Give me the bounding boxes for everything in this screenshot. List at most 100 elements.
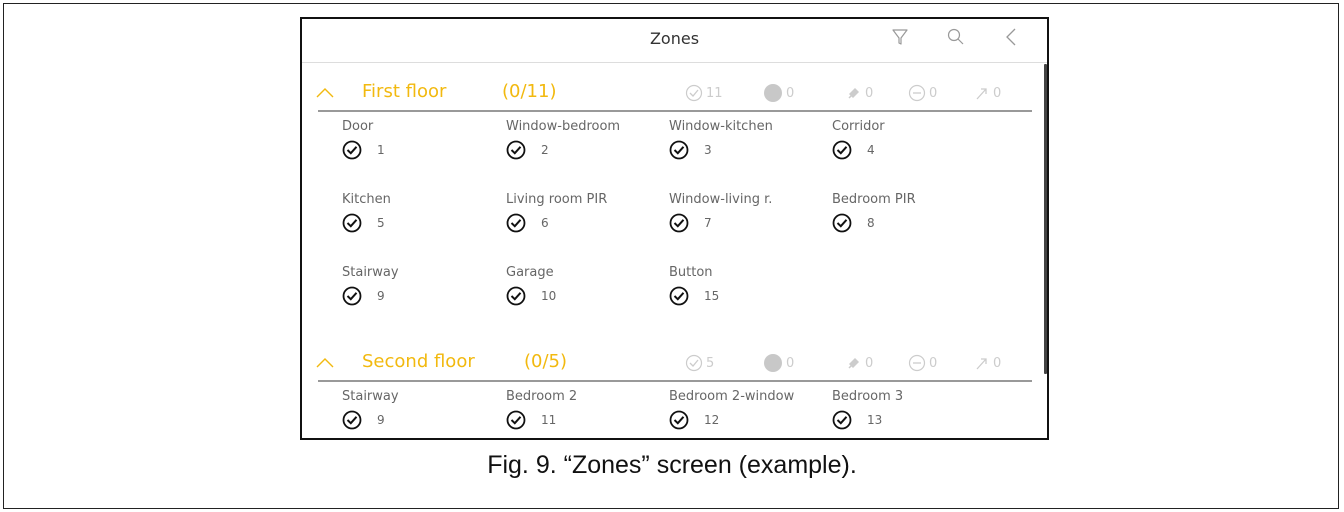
chevron-up-icon[interactable]: [316, 85, 334, 99]
check-circle-icon: [342, 213, 362, 233]
zones-bypassed-icon: [908, 84, 926, 102]
scrollbar[interactable]: [1044, 64, 1047, 374]
section-header[interactable]: First floor (0/11) 11 0 0 0 0: [316, 81, 1032, 107]
stat-value: 0: [929, 85, 938, 101]
section-stat-violated[interactable]: 0: [763, 83, 794, 103]
check-circle-icon: [832, 410, 852, 430]
stat-value: 0: [865, 85, 874, 101]
zones-ok-icon: [685, 84, 703, 102]
zone-number: 9: [377, 413, 385, 427]
stat-value: 0: [865, 355, 874, 371]
zone-item[interactable]: Bedroom 2 11: [506, 389, 656, 433]
zones-alarm-icon: [974, 85, 990, 101]
zone-number: 13: [867, 413, 883, 427]
stat-value: 0: [786, 355, 795, 371]
filter-icon[interactable]: [890, 27, 910, 47]
zone-item[interactable]: Window-bedroom 2: [506, 119, 656, 163]
section-stat-tamper[interactable]: 0: [846, 353, 873, 373]
section-header[interactable]: Second floor (0/5) 5 0 0 0 0: [316, 351, 1032, 377]
section-divider: [318, 110, 1032, 112]
stat-value: 0: [993, 355, 1002, 371]
zone-number: 4: [867, 143, 875, 157]
zone-item[interactable]: Button 15: [669, 265, 819, 309]
zone-number: 5: [377, 216, 385, 230]
zone-item[interactable]: Garage 10: [506, 265, 656, 309]
zone-number: 11: [541, 413, 557, 427]
check-circle-icon: [506, 286, 526, 306]
zone-name: Corridor: [832, 119, 885, 134]
stat-value: 0: [929, 355, 938, 371]
zone-number: 12: [704, 413, 720, 427]
title-bar: Zones: [302, 19, 1047, 57]
check-circle-icon: [342, 140, 362, 160]
zones-violated-icon: [763, 83, 783, 103]
section-divider: [318, 380, 1032, 382]
check-circle-icon: [669, 213, 689, 233]
zone-number: 3: [704, 143, 712, 157]
zone-number: 7: [704, 216, 712, 230]
stat-value: 0: [993, 85, 1002, 101]
zone-number: 1: [377, 143, 385, 157]
section-stat-alarm[interactable]: 0: [974, 83, 1001, 103]
check-circle-icon: [506, 410, 526, 430]
zone-item[interactable]: Living room PIR 6: [506, 192, 656, 236]
section-stat-tamper[interactable]: 0: [846, 83, 873, 103]
zone-name: Window-living r.: [669, 192, 773, 207]
stat-value: 0: [786, 85, 795, 101]
zone-name: Bedroom PIR: [832, 192, 916, 207]
zone-item[interactable]: Window-living r. 7: [669, 192, 819, 236]
check-circle-icon: [506, 213, 526, 233]
section-stat-bypassed[interactable]: 0: [908, 83, 937, 103]
zone-item[interactable]: Door 1: [342, 119, 492, 163]
figure-caption: Fig. 9. “Zones” screen (example).: [487, 451, 857, 479]
zone-name: Window-kitchen: [669, 119, 773, 134]
zones-screen: Zones First floor (0/11) 11 0 0 0 0 Door 1 Window…: [300, 17, 1049, 440]
check-circle-icon: [342, 286, 362, 306]
zones-alarm-icon: [974, 355, 990, 371]
back-icon[interactable]: [1002, 27, 1022, 47]
section-stat-ok[interactable]: 5: [685, 353, 714, 373]
zone-name: Door: [342, 119, 374, 134]
zone-number: 8: [867, 216, 875, 230]
zone-item[interactable]: Bedroom 3 13: [832, 389, 982, 433]
section-stat-violated[interactable]: 0: [763, 353, 794, 373]
zones-tamper-icon: [846, 355, 862, 371]
check-circle-icon: [669, 410, 689, 430]
zone-item[interactable]: Corridor 4: [832, 119, 982, 163]
section-title: Second floor: [362, 351, 475, 372]
zone-number: 15: [704, 289, 720, 303]
zone-item[interactable]: Bedroom PIR 8: [832, 192, 982, 236]
zones-tamper-icon: [846, 85, 862, 101]
search-icon[interactable]: [946, 27, 966, 47]
zone-number: 2: [541, 143, 549, 157]
check-circle-icon: [669, 140, 689, 160]
zone-name: Bedroom 3: [832, 389, 904, 404]
check-circle-icon: [506, 140, 526, 160]
check-circle-icon: [342, 410, 362, 430]
zone-item[interactable]: Bedroom 2-window 12: [669, 389, 819, 433]
zones-ok-icon: [685, 354, 703, 372]
section-stat-alarm[interactable]: 0: [974, 353, 1001, 373]
stat-value: 5: [706, 355, 715, 371]
zone-name: Bedroom 2-window: [669, 389, 795, 404]
section-title: First floor: [362, 81, 447, 102]
section-count: (0/5): [524, 351, 568, 372]
check-circle-icon: [669, 286, 689, 306]
check-circle-icon: [832, 213, 852, 233]
section-stat-bypassed[interactable]: 0: [908, 353, 937, 373]
zones-violated-icon: [763, 353, 783, 373]
zone-name: Living room PIR: [506, 192, 608, 207]
zone-number: 6: [541, 216, 549, 230]
zone-item[interactable]: Stairway 9: [342, 265, 492, 309]
screen-title: Zones: [649, 29, 700, 48]
zone-name: Stairway: [342, 265, 399, 280]
check-circle-icon: [832, 140, 852, 160]
zone-item[interactable]: Window-kitchen 3: [669, 119, 819, 163]
zone-name: Button: [669, 265, 713, 280]
title-divider: [302, 62, 1047, 63]
zone-name: Kitchen: [342, 192, 391, 207]
chevron-up-icon[interactable]: [316, 355, 334, 369]
section-stat-ok[interactable]: 11: [685, 83, 723, 103]
zone-item[interactable]: Kitchen 5: [342, 192, 492, 236]
zone-item[interactable]: Stairway 9: [342, 389, 492, 433]
